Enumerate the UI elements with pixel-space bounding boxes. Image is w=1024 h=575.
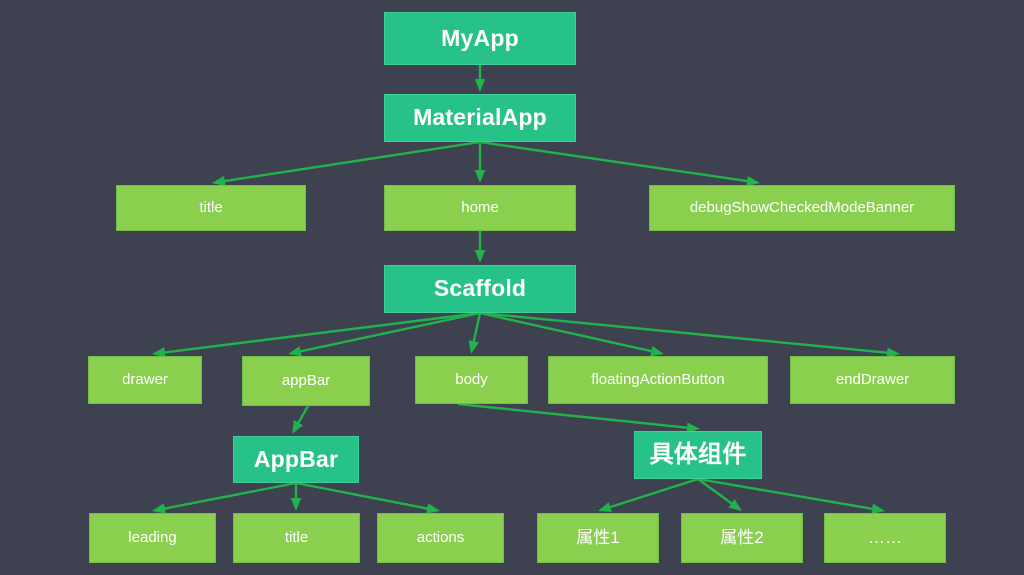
edge-arrowhead <box>292 420 303 434</box>
edge-line <box>697 478 733 505</box>
node-label: title <box>199 198 223 216</box>
edge-line <box>297 405 310 424</box>
node-scaffold: Scaffold <box>384 265 576 313</box>
edge-materialapp-to-title <box>212 140 481 187</box>
node-label: endDrawer <box>835 370 910 388</box>
edge-arrowhead <box>474 250 486 263</box>
edge-appbar-to-leading <box>152 481 297 514</box>
edge-scaffold-to-body <box>468 312 482 354</box>
edge-line <box>457 402 688 429</box>
node-appbar: AppBar <box>233 436 359 483</box>
widget-tree-diagram: MyApp MaterialApp title home debugShowChecke… <box>0 0 1024 575</box>
edge-myapp-to-materialapp <box>474 65 486 92</box>
edge-concrete-to-attr2 <box>697 478 742 511</box>
edge-arrowhead <box>598 502 612 512</box>
node-ellipsis: …… <box>824 513 946 563</box>
edge-arrowhead <box>474 79 486 92</box>
node-bar_title: title <box>233 513 360 563</box>
edge-scaffold-to-enddrawer <box>479 311 900 358</box>
edge-arrowhead <box>728 499 742 511</box>
edge-arrowhead <box>288 346 302 357</box>
edge-arrowhead <box>468 340 479 354</box>
edge-line <box>472 312 482 342</box>
edge-appbar-to-bar_title <box>290 483 302 511</box>
node-actions: actions <box>377 513 504 563</box>
node-label: MaterialApp <box>413 104 547 131</box>
node-label: Scaffold <box>433 275 527 302</box>
edge-appbar_prop-to-appbar <box>292 405 310 434</box>
edge-home-to-scaffold <box>474 231 486 263</box>
edge-arrowhead <box>474 170 486 183</box>
node-materialapp: MaterialApp <box>384 94 576 142</box>
node-drawer: drawer <box>88 356 202 404</box>
edge-line <box>697 477 873 510</box>
edge-line <box>164 481 297 510</box>
edge-line <box>224 140 481 183</box>
node-attr2: 属性2 <box>681 513 803 563</box>
node-leading: leading <box>89 513 216 563</box>
node-body: body <box>415 356 528 404</box>
edge-arrowhead <box>650 346 664 357</box>
edge-line <box>295 481 428 510</box>
node-title: title <box>116 185 306 231</box>
node-debugbanner: debugShowCheckedModeBanner <box>649 185 955 231</box>
edge-scaffold-to-drawer <box>152 311 481 358</box>
node-label: debugShowCheckedModeBanner <box>689 198 915 216</box>
node-attr1: 属性1 <box>537 513 659 563</box>
node-label: MyApp <box>441 24 519 51</box>
node-label: 属性1 <box>576 527 620 547</box>
node-label: leading <box>128 528 177 546</box>
node-label: title <box>284 528 309 546</box>
edge-concrete-to-attr1 <box>598 477 699 512</box>
node-label: actions <box>416 528 465 546</box>
node-home: home <box>384 185 576 231</box>
node-label: 属性2 <box>720 527 764 547</box>
node-appbar_prop: appBar <box>242 356 370 406</box>
node-label: 具体组件 <box>649 440 747 468</box>
edge-line <box>164 311 481 354</box>
node-concrete: 具体组件 <box>634 431 762 479</box>
node-label: home <box>461 198 499 216</box>
edge-line <box>479 311 888 354</box>
edge-line <box>300 311 481 353</box>
edge-body-to-concrete <box>457 402 700 433</box>
edge-scaffold-to-fab <box>479 311 664 357</box>
node-label: floatingActionButton <box>591 370 725 388</box>
node-label: drawer <box>122 370 168 388</box>
node-label: AppBar <box>253 445 339 472</box>
node-label: appBar <box>281 371 331 389</box>
edge-materialapp-to-home <box>474 142 486 183</box>
edge-arrowhead <box>290 498 302 511</box>
node-label: …… <box>868 527 902 547</box>
edge-appbar-to-actions <box>295 481 440 514</box>
edge-concrete-to-ellipsis <box>697 477 885 514</box>
node-enddrawer: endDrawer <box>790 356 955 404</box>
node-fab: floatingActionButton <box>548 356 768 404</box>
edge-line <box>479 311 652 353</box>
edge-materialapp-to-debugbanner <box>479 140 760 187</box>
edge-line <box>479 140 748 183</box>
node-myapp: MyApp <box>384 12 576 65</box>
node-label: body <box>455 370 488 388</box>
edge-line <box>610 477 699 509</box>
edge-scaffold-to-appbar_prop <box>288 311 481 357</box>
